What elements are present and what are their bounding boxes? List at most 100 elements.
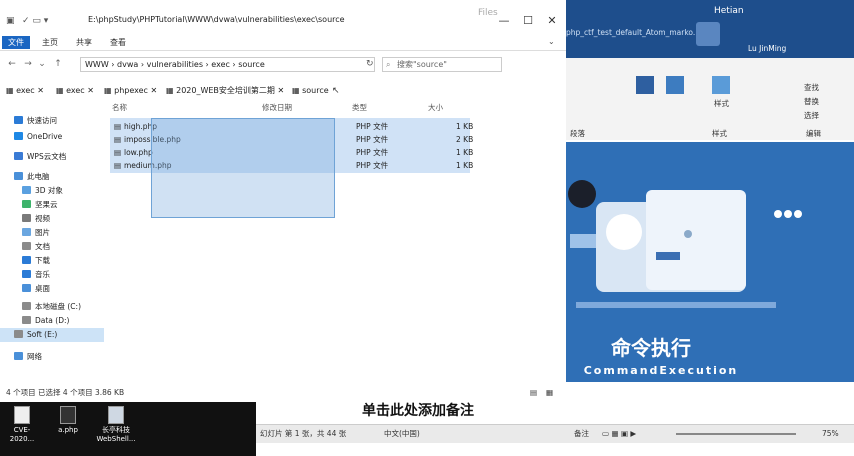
navigation-pane: 快速访问 OneDrive WPS云文档此电脑 3D 对象 坚果云视频图片 文档 下载音乐桌… [0,106,104,368]
forward-icon[interactable]: → [22,57,34,71]
replace-button[interactable]: 替换 [804,96,819,107]
tab-share[interactable]: 共享 [70,36,98,49]
ribbon-tabs: 文件 主页 共享 查看 ⌄ [0,34,566,51]
menu-dot-1 [774,210,782,218]
nav-item-icon [14,132,23,140]
nav-item-label: 桌面 [35,284,50,293]
zoom-slider[interactable] [676,433,796,435]
shapes-icon[interactable] [666,76,684,94]
notes-toggle[interactable]: 备注 [574,425,589,443]
details-view-icon[interactable]: ▤ [530,386,537,400]
tab-home[interactable]: 主页 [36,36,64,49]
nav-item-label: 音乐 [35,270,50,279]
address-bar-row: ← → ⌄ ↑ WWW › dvwa › vulnerabilities › e… [0,54,566,76]
nav-item[interactable]: 图片 [22,226,50,240]
breadcrumb-source[interactable]: source [238,60,265,69]
desktop-icon-webshell[interactable]: 长亭科技 WebShell... [96,406,136,444]
nav-item[interactable]: 文档 [22,240,50,254]
php-file-icon: ▤ [114,122,122,131]
arrange-icon[interactable] [636,76,654,94]
search-input[interactable]: ⌕ 搜索"source" [382,57,502,72]
nav-item-label: 网络 [27,352,42,361]
folder-tab-training[interactable]: ▦ 2020_WEB安全培训第二期 ✕ [166,84,284,98]
presentation-status-bar: 幻灯片 第 1 张，共 44 张 中文(中国) 备注 ▭ ▦ ▣ ▶ 75% [256,424,854,443]
nav-item-label: 此电脑 [27,172,50,181]
column-name[interactable]: 名称 [112,102,127,113]
nav-item[interactable]: 3D 对象 [22,184,63,198]
nav-item-icon [22,256,31,264]
nav-item-icon [22,200,31,208]
slide-title: 命令执行 [611,336,691,360]
quick-access-icons[interactable]: ✓ ▭ ▾ [22,16,48,26]
ribbon-expand-icon[interactable]: ⌄ [548,37,555,46]
folder-tab-exec-1[interactable]: ▦ exec ✕ [6,84,44,98]
nav-item-icon [22,270,31,278]
nav-item[interactable]: 网络 [14,350,42,364]
column-size[interactable]: 大小 [428,102,443,113]
window-title: Hetian [714,6,744,16]
nav-item[interactable]: 本地磁盘 (C:) [22,300,81,314]
close-button[interactable]: ✕ [540,14,564,28]
zoom-level[interactable]: 75% [822,425,839,443]
nav-item[interactable]: 音乐 [22,268,50,282]
status-text: 4 个项目 已选择 4 个项目 3.86 KB [6,388,125,397]
nav-item-icon [22,186,31,194]
address-field[interactable]: WWW › dvwa › vulnerabilities › exec › so… [80,57,375,72]
language-status[interactable]: 中文(中国) [384,425,420,443]
file-type: PHP 文件 [356,122,389,131]
nav-item[interactable]: Data (D:) [22,314,69,328]
column-date[interactable]: 修改日期 [262,102,292,113]
mouse-cursor-icon: ↖ [332,86,340,96]
dark-dot [568,180,596,208]
tab-view[interactable]: 查看 [104,36,132,49]
php-file-icon: ▤ [114,135,122,144]
chevron-down-icon[interactable]: ⌄ [36,57,48,71]
nav-item[interactable]: OneDrive [14,130,62,144]
breadcrumb-vulnerabilities[interactable]: vulnerabilities [147,60,203,69]
minimize-button[interactable]: — [492,14,516,28]
large-icons-view-icon[interactable]: ▦ [546,386,553,400]
nav-item[interactable]: Soft (E:) [0,328,104,342]
folder-tabs: ▦ exec ✕ ▦ exec ✕ ▦ phpexec ✕ ▦ 2020_WEB… [0,80,566,100]
select-button[interactable]: 选择 [804,110,819,121]
breadcrumb-www[interactable]: WWW [85,60,109,69]
styles-button[interactable]: 样式 [714,98,729,109]
presentation-titlebar: Hetian php_ctf_test_default_Atom_marko..… [566,0,854,58]
nav-item[interactable]: 下载 [22,254,50,268]
view-buttons[interactable]: ▭ ▦ ▣ ▶ [602,425,636,443]
document-icon [14,406,30,424]
file-type: PHP 文件 [356,135,389,144]
breadcrumb-exec[interactable]: exec [211,60,230,69]
refresh-icon[interactable]: ↻ [366,59,374,69]
up-icon[interactable]: ↑ [52,57,64,71]
maximize-button[interactable]: ☐ [516,14,540,28]
presentation-ribbon: 查找 替换 选择 编辑 样式 段落 样式 [566,58,854,140]
explorer-titlebar: ▣ ✓ ▭ ▾ E:\phpStudy\PHPTutorial\WWW\dvwa… [0,0,566,34]
find-button[interactable]: 查找 [804,82,819,93]
file-name: low.php [124,148,153,157]
folder-tab-source[interactable]: ▦ source [292,84,329,98]
folder-tab-exec-2[interactable]: ▦ exec ✕ [56,84,94,98]
nav-item-icon [22,302,31,310]
nav-item-icon [22,214,31,222]
php-file-icon [60,406,76,424]
nav-item-icon [14,116,23,124]
breadcrumb-dvwa[interactable]: dvwa [117,60,138,69]
back-icon[interactable]: ← [6,57,18,71]
notes-placeholder[interactable]: 单击此处添加备注 [362,400,474,420]
column-type[interactable]: 类型 [352,102,367,113]
nav-item[interactable]: 此电脑 [14,170,50,184]
nav-item[interactable]: WPS云文档 [14,150,66,164]
nav-item[interactable]: 坚果云 [22,198,58,212]
desktop-icon-cve[interactable]: CVE-2020... [2,406,42,444]
desktop-icon-a-php[interactable]: a.php [48,406,88,435]
nav-item-label: 视频 [35,214,50,223]
nav-item[interactable]: 桌面 [22,282,50,296]
nav-item-icon [14,352,23,360]
quick-styles-icon[interactable] [712,76,730,94]
folder-tab-phpexec[interactable]: ▦ phpexec ✕ [104,84,157,98]
nav-item[interactable]: 视频 [22,212,50,226]
nav-item[interactable]: 快速访问 [14,114,57,128]
tab-file[interactable]: 文件 [2,36,30,49]
file-type: PHP 文件 [356,148,389,157]
